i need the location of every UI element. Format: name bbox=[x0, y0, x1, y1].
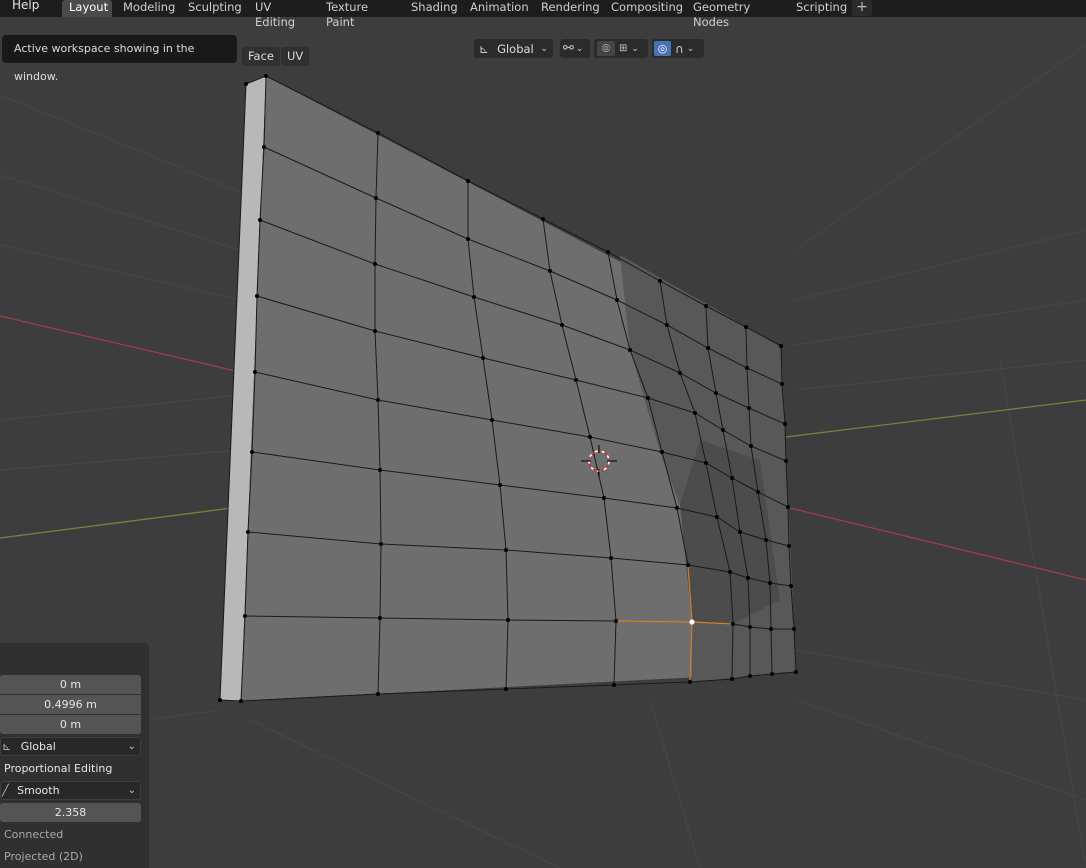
pivot-point-dropdown[interactable]: ⚯ ⌄ bbox=[560, 39, 590, 58]
proportional-editing-group[interactable]: ◎ ∩ ⌄ bbox=[652, 39, 704, 58]
chevron-down-icon: ⌄ bbox=[127, 741, 136, 752]
chevron-down-icon: ⌄ bbox=[686, 43, 695, 54]
adjust-last-operation-panel: 0 m 0.4996 m 0 m ⊾ Global ⌄ Proportional… bbox=[0, 643, 149, 868]
chevron-down-icon: ⌄ bbox=[127, 785, 136, 796]
orientation-select[interactable]: ⊾ Global ⌄ bbox=[0, 737, 141, 756]
chevron-down-icon: ⌄ bbox=[540, 43, 548, 54]
tab-scripting[interactable]: Scripting bbox=[789, 0, 849, 17]
move-y-field[interactable]: 0.4996 m bbox=[0, 695, 141, 714]
tab-texture-paint[interactable]: Texture Paint bbox=[319, 0, 399, 29]
x-axis-line-right bbox=[789, 507, 1086, 581]
chevron-down-icon: ⌄ bbox=[575, 43, 584, 54]
transform-orientation-dropdown[interactable]: ⊾ Global ⌄ bbox=[474, 39, 553, 58]
proportional-size-field[interactable]: 2.358 bbox=[0, 803, 141, 822]
projected-checkbox[interactable]: Projected (2D) bbox=[4, 850, 83, 863]
move-x-field[interactable]: 0 m bbox=[0, 675, 141, 694]
tab-uv-editing[interactable]: UV Editing bbox=[248, 0, 318, 29]
face-menu[interactable]: Face bbox=[242, 47, 281, 66]
chevron-down-icon: ⌄ bbox=[631, 43, 639, 54]
3d-viewport[interactable]: ⊾ Global ⌄ ⚯ ⌄ ⦾ ⊞ ⌄ ◎ ∩ ⌄ Face UV Activ… bbox=[0, 17, 1086, 868]
link-icon: ⚯ bbox=[563, 41, 574, 56]
snapping-group[interactable]: ⦾ ⊞ ⌄ bbox=[594, 39, 648, 58]
falloff-curve-icon: ╱ bbox=[2, 784, 9, 797]
falloff-curve-icon[interactable]: ∩ bbox=[675, 42, 684, 56]
y-axis-line bbox=[0, 507, 233, 539]
tab-rendering[interactable]: Rendering bbox=[534, 0, 600, 17]
top-bar: Help Layout Modeling Sculpting UV Editin… bbox=[0, 0, 1086, 29]
tab-modeling[interactable]: Modeling bbox=[116, 0, 179, 17]
tab-shading[interactable]: Shading bbox=[404, 0, 460, 17]
proportional-editing-icon[interactable]: ◎ bbox=[654, 41, 671, 56]
falloff-select[interactable]: ╱ Smooth ⌄ bbox=[0, 781, 141, 800]
help-menu[interactable]: Help bbox=[12, 0, 39, 12]
proportional-editing-checkbox[interactable]: Proportional Editing bbox=[4, 762, 112, 775]
tooltip: Active workspace showing in the window. bbox=[2, 35, 237, 83]
plus-icon[interactable]: + bbox=[852, 0, 872, 16]
orientation-select-value: Global bbox=[20, 740, 56, 753]
tab-geometry-nodes[interactable]: Geometry Nodes bbox=[686, 0, 784, 29]
active-vertex bbox=[689, 619, 695, 625]
uv-menu[interactable]: UV bbox=[281, 47, 310, 66]
tab-sculpting[interactable]: Sculpting bbox=[181, 0, 244, 17]
connected-checkbox[interactable]: Connected bbox=[4, 828, 63, 841]
snap-icon[interactable]: ⦾ bbox=[597, 41, 615, 56]
move-z-field[interactable]: 0 m bbox=[0, 715, 141, 734]
orientation-icon: ⊾ bbox=[479, 41, 490, 56]
orientation-label: Global bbox=[497, 41, 534, 56]
x-axis-line bbox=[0, 315, 241, 373]
tab-animation[interactable]: Animation bbox=[463, 0, 530, 17]
orientation-icon: ⊾ bbox=[2, 740, 12, 753]
snap-increment-icon[interactable]: ⊞ bbox=[619, 43, 627, 54]
viewport-canvas bbox=[0, 44, 1086, 868]
falloff-select-value: Smooth bbox=[17, 784, 60, 797]
tab-layout[interactable]: Layout bbox=[62, 0, 112, 17]
tab-compositing[interactable]: Compositing bbox=[604, 0, 684, 17]
